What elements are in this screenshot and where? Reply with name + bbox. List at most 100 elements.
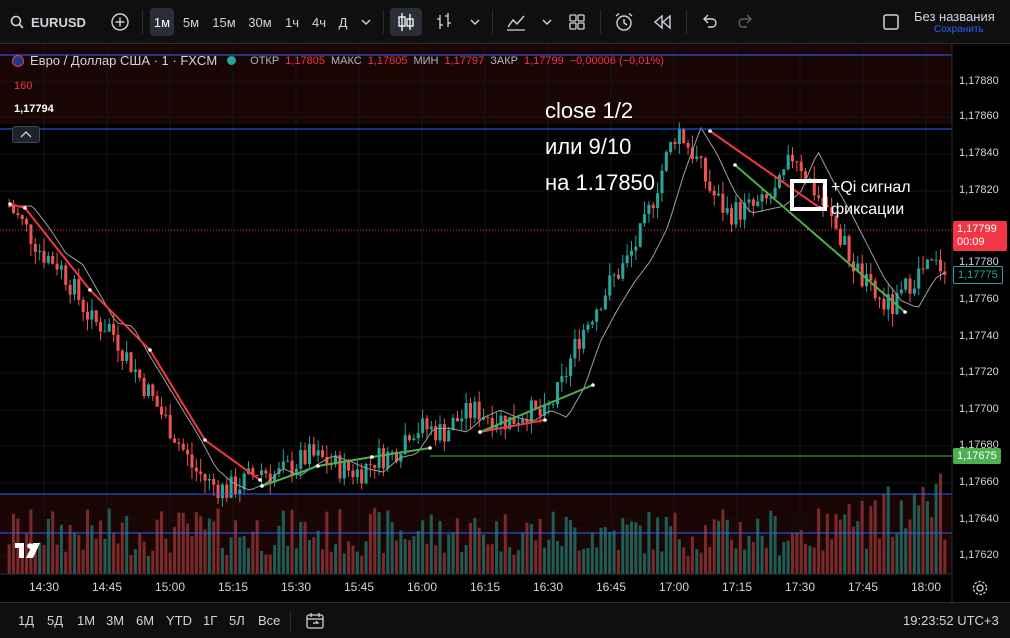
undo-button[interactable] [697, 8, 721, 36]
chart-type-dropdown[interactable] [466, 8, 484, 36]
line-price-badge: 1,17675 [953, 448, 1001, 464]
volume-bar [103, 538, 107, 574]
range-3m[interactable]: 3М [106, 613, 124, 628]
trend-line-point [258, 478, 262, 482]
timeframe-15m[interactable]: 15м [208, 8, 240, 36]
layout-name[interactable]: Без названия Сохранить [914, 9, 1004, 35]
alert-button[interactable] [612, 8, 636, 36]
range-6m[interactable]: 6М [136, 613, 154, 628]
timeframe-1m[interactable]: 1м [150, 8, 174, 36]
volume-bar [656, 517, 660, 574]
candle-body [116, 334, 120, 351]
high-label: МАКС [330, 54, 362, 67]
timeframe-4h[interactable]: 4ч [307, 8, 331, 36]
candle-body [586, 324, 590, 330]
close-note[interactable]: close 1/2 или 9/10 на 1.17850 [545, 93, 655, 201]
candle-body [938, 259, 942, 272]
time-axis-label: 17:45 [847, 580, 879, 594]
trend-line-point [708, 129, 712, 133]
timeframe-1h[interactable]: 1ч [280, 8, 304, 36]
range-ytd[interactable]: YTD [166, 613, 192, 628]
volume-bar [225, 554, 229, 574]
indicators-dropdown[interactable] [538, 8, 556, 36]
volume-bar [247, 548, 251, 574]
timeframe-1d[interactable]: Д [333, 8, 353, 36]
volume-bar [455, 518, 459, 574]
indicators-button[interactable] [503, 8, 529, 36]
volume-bar [534, 540, 538, 574]
volume-bar [286, 545, 290, 574]
price-axis-label: 1,17660 [959, 476, 999, 488]
current-price-badge: 1,17799 00:09 [953, 221, 1007, 251]
range-all[interactable]: Все [258, 613, 280, 628]
range-5d[interactable]: 5Д [47, 613, 63, 628]
save-link[interactable]: Сохранить [914, 24, 1004, 35]
toolbar-divider [142, 10, 143, 34]
volume-value: 160 [14, 80, 33, 92]
range-1m[interactable]: 1М [77, 613, 95, 628]
volume-bar [747, 535, 751, 574]
volume-bar [181, 512, 185, 574]
chart-type-candles-button[interactable] [390, 8, 422, 36]
volume-bar [612, 530, 616, 574]
layout-title: Без названия [914, 9, 995, 24]
clock[interactable]: 19:23:52 UTC+3 [903, 613, 999, 628]
collapse-legend-button[interactable] [12, 126, 40, 143]
volume-bar [943, 539, 947, 574]
volume-bar [834, 514, 838, 574]
volume-bar [621, 518, 625, 574]
chart-settings-button[interactable] [971, 579, 989, 602]
timeframe-5m[interactable]: 5м [179, 8, 203, 36]
volume-bar [186, 523, 190, 574]
volume-bar [421, 520, 425, 574]
close-note-line: на 1.17850 [545, 170, 656, 195]
candle-body [921, 268, 925, 270]
symbol-search[interactable]: EURUSD [10, 8, 90, 36]
range-5y[interactable]: 5Л [229, 613, 245, 628]
candle-body [173, 438, 177, 443]
templates-button[interactable] [565, 8, 589, 36]
price-axis-label: 1,17860 [959, 110, 999, 122]
trend-line-point [260, 484, 264, 488]
volume-bar [577, 550, 581, 574]
volume-bar [364, 541, 368, 574]
price-axis-label: 1,17640 [959, 513, 999, 525]
price-chart[interactable] [0, 44, 1010, 602]
timeframe-30m[interactable]: 30м [244, 8, 276, 36]
trend-line [9, 203, 261, 481]
instrument-name[interactable]: Евро / Доллар США · 1 · FXCM [30, 53, 217, 68]
volume-bar [643, 553, 647, 574]
candle-body [882, 298, 886, 310]
candle-body [930, 259, 934, 261]
candle-body [629, 250, 634, 256]
volume-bar [525, 522, 529, 574]
open-value: 1,17805 [285, 54, 325, 67]
range-1y[interactable]: 1Г [203, 613, 217, 628]
signal-note[interactable]: +Qi сигнал фиксации [831, 177, 911, 221]
volume-bar [320, 549, 325, 574]
volume-bar [464, 545, 468, 574]
volume-bar [268, 554, 272, 574]
timeframe-dropdown[interactable] [357, 8, 375, 36]
range-1d[interactable]: 1Д [18, 613, 34, 628]
candle-body [664, 152, 668, 171]
candle-body [429, 426, 433, 430]
bar-type-button[interactable] [432, 8, 456, 36]
compare-symbol-button[interactable] [108, 8, 132, 36]
candle-body [638, 223, 642, 247]
layout-button[interactable] [880, 8, 902, 36]
candle-body [146, 384, 150, 396]
candle-body [42, 250, 46, 263]
replay-button[interactable] [650, 8, 674, 36]
trend-line-point [903, 310, 907, 314]
redo-button[interactable] [734, 8, 758, 36]
volume-bar [7, 544, 11, 574]
volume-bar [925, 501, 929, 574]
low-value: 1,17797 [444, 54, 485, 67]
candle-body [908, 278, 912, 294]
candle-body [38, 250, 42, 252]
go-to-date-button[interactable] [305, 611, 325, 636]
candle-body [125, 352, 129, 361]
signal-note-line: +Qi сигнал [831, 179, 911, 196]
time-axis-label: 15:45 [343, 580, 375, 594]
